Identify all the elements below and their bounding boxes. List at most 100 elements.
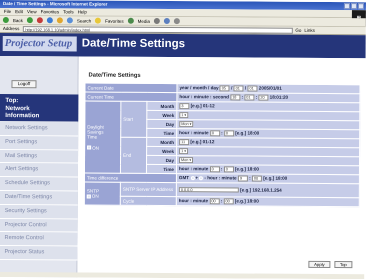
dst-label-line3: Time [87, 134, 98, 140]
sntp-server-cell: 0.0.0.0 [e.g.] 192.168.1.254 [176, 182, 360, 198]
time-difference-hour-input[interactable]: 9 [237, 175, 248, 182]
dst-start-week-select[interactable]: 1 [179, 112, 189, 118]
sidebar-item-date-time-settings[interactable]: Date/Time Settings [0, 190, 78, 206]
dst-start-hour-input[interactable]: 0 [209, 130, 220, 137]
address-label: Address [2, 25, 20, 31]
dst-on-checkbox[interactable] [87, 145, 92, 150]
sntp-cycle-minute-input[interactable]: 00 [223, 198, 234, 205]
dst-start-day-label: Day [146, 119, 177, 129]
menu-file[interactable]: File [4, 8, 11, 15]
mail-icon[interactable] [163, 18, 170, 25]
favorites-star-icon[interactable] [95, 17, 102, 24]
sidebar-item-security-settings[interactable]: Security Settings [0, 204, 78, 220]
menu-favorites[interactable]: Favorites [41, 8, 60, 15]
dst-end-month-input[interactable]: 11 [179, 139, 190, 145]
dst-end-hour-input[interactable]: 0 [209, 166, 220, 173]
address-input[interactable]: http://192.168.1.10/admin/index.html [22, 25, 293, 34]
search-button-label[interactable]: Search [77, 16, 91, 25]
time-difference-minute-input[interactable]: 00 [251, 175, 262, 182]
status-bar [0, 271, 365, 279]
sidebar-item-port-settings[interactable]: Port Settings [0, 135, 79, 151]
year-input[interactable]: 05 [219, 85, 230, 92]
projector-setup-logo: Projector Setup [2, 36, 77, 52]
window-controls [343, 3, 364, 10]
sidebar-item-projector-status[interactable]: Projector Status [0, 246, 78, 261]
back-button-label[interactable]: Back [13, 16, 23, 25]
gmt-plus-radio[interactable] [190, 176, 195, 181]
search-icon[interactable] [66, 17, 73, 24]
dst-end-time-label: Time [146, 164, 177, 174]
sntp-cycle-label: Cycle [120, 196, 177, 206]
sidebar-item-projector-control[interactable]: Projector Control [0, 218, 78, 233]
sidebar: Logoff Top: Network Information Network … [0, 55, 79, 278]
dst-start-minute-input[interactable]: 0 [223, 130, 234, 137]
stop-icon[interactable] [36, 17, 43, 24]
sntp-cycle-hint: [e.g.] 18:00 [234, 198, 259, 204]
sidebar-nav: Network Settings Port Settings Mail Sett… [0, 121, 79, 261]
sntp-server-label: SNTP Server IP Address [120, 182, 177, 197]
sntp-cycle-hour-input[interactable]: 00 [209, 198, 220, 205]
browser-window: Date / Time Settings - Microsoft Interne… [0, 0, 366, 279]
current-date-readout: 2005/01/01 [258, 85, 282, 91]
top-button[interactable]: Top [334, 261, 353, 269]
home-icon[interactable] [56, 17, 63, 24]
dst-end-week-select[interactable]: 1 [179, 148, 188, 154]
date-format-label: year / month / day [179, 85, 219, 91]
media-button-label[interactable]: Media [138, 16, 150, 25]
sidebar-item-alert-settings[interactable]: Alert Settings [0, 163, 79, 178]
dst-end-minute-input[interactable]: 0 [223, 166, 234, 173]
day-input[interactable]: 01 [247, 85, 258, 92]
forward-arrow-icon[interactable] [26, 17, 33, 24]
dst-end-month-hint: [e.g.] 01-12 [190, 139, 215, 145]
dst-start-month-input[interactable]: 3 [179, 103, 190, 109]
hour-input[interactable]: 18 [230, 94, 241, 101]
menu-view[interactable]: View [27, 8, 37, 15]
back-arrow-icon[interactable] [2, 17, 9, 24]
go-button[interactable]: Go [295, 26, 301, 34]
sidebar-item-mail-settings[interactable]: Mail Settings [0, 149, 79, 164]
dst-end-week-label: Week [146, 146, 177, 156]
current-time-readout: 18:01:20 [269, 94, 289, 100]
apply-button[interactable]: Apply [308, 260, 331, 269]
sntp-server-ip-input[interactable]: 0.0.0.0 [178, 186, 239, 193]
sidebar-item-network-settings[interactable]: Network Settings [0, 121, 79, 137]
close-button[interactable] [357, 3, 364, 10]
gmt-minus-radio[interactable] [199, 176, 204, 181]
print-icon[interactable] [173, 18, 180, 25]
favorites-button-label[interactable]: Favorites [105, 16, 124, 25]
history-icon[interactable] [153, 17, 160, 24]
sidebar-item-remote-control[interactable]: Remote Control [0, 232, 78, 247]
menu-edit[interactable]: Edit [15, 8, 23, 15]
sntp-on-checkbox[interactable] [86, 194, 91, 199]
sidebar-top-network-information[interactable]: Top: Network Information [0, 93, 79, 122]
time-format-label: hour : minute : second [179, 94, 229, 100]
logoff-button[interactable]: Logoff [11, 80, 37, 89]
links-button[interactable]: Links [304, 26, 315, 34]
refresh-icon[interactable] [46, 17, 53, 24]
maximize-button[interactable] [350, 3, 357, 10]
sidebar-item-schedule-settings[interactable]: Schedule Settings [0, 177, 78, 192]
media-icon[interactable] [127, 17, 134, 24]
dst-end-day-label: Day [146, 155, 177, 165]
minute-input[interactable]: 01 [244, 94, 255, 101]
dst-start-week-label: Week [146, 110, 177, 120]
dst-on-label: ON [92, 145, 100, 151]
dst-start-time-hint: [e.g.] 18:00 [235, 130, 260, 136]
menu-help[interactable]: Help [78, 8, 87, 15]
dst-end-day-select[interactable]: Mon [179, 157, 194, 163]
dst-end-time-format: hour : minute [178, 166, 209, 172]
gmt-label: GMT [178, 175, 190, 181]
second-input[interactable]: 20 [258, 94, 269, 101]
dst-start-time-label: Time [146, 128, 177, 138]
sntp-cycle-cell: hour : minute 00 : 00 [e.g.] 18:00 [176, 196, 360, 207]
minimize-button[interactable] [343, 3, 350, 10]
section-title: Date/Time Settings [88, 72, 141, 79]
dst-start-time-format: hour : minute [179, 130, 209, 136]
menu-tools[interactable]: Tools [63, 8, 74, 15]
month-input[interactable]: 01 [233, 85, 244, 92]
window-title: Date / Time Settings - Microsoft Interne… [2, 1, 108, 7]
dst-start-day-select[interactable]: Mon [179, 121, 194, 127]
dst-end-month-label: Month [146, 137, 177, 147]
sidebar-top-label-line3: Information [5, 112, 40, 120]
dst-start-month-hint: [e.g.] 01-12 [190, 103, 215, 109]
